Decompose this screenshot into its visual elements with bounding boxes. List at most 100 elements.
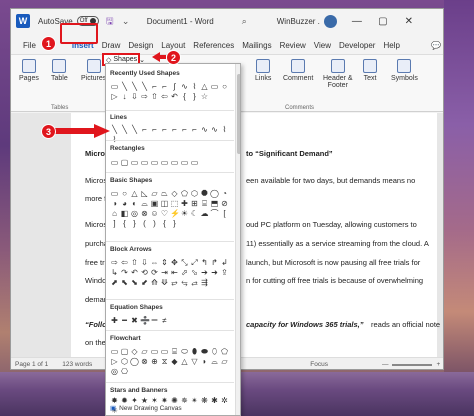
- shape-item[interactable]: ⌇: [190, 82, 199, 91]
- zoom-out-button[interactable]: —: [382, 361, 389, 368]
- flowchart-item[interactable]: ▭: [150, 347, 159, 356]
- flowchart-item[interactable]: ▽: [190, 357, 199, 366]
- arrow-item[interactable]: ⇨: [110, 258, 119, 267]
- line-item[interactable]: ⌐: [170, 125, 179, 134]
- tab-references[interactable]: References: [189, 41, 238, 50]
- arrow-item[interactable]: ⟰: [150, 278, 159, 287]
- flowchart-item[interactable]: ⬯: [210, 347, 219, 356]
- arrow-item[interactable]: ↷: [120, 268, 129, 277]
- basic-shape-item[interactable]: ⬚: [170, 199, 179, 208]
- flowchart-item[interactable]: ▱: [140, 347, 149, 356]
- shape-item[interactable]: △: [200, 82, 209, 91]
- equation-item[interactable]: ✖: [130, 316, 139, 325]
- search-icon[interactable]: ⌕: [242, 16, 247, 27]
- table-button[interactable]: Table: [51, 59, 68, 82]
- basic-shape-item[interactable]: (: [140, 219, 149, 228]
- basic-shape-item[interactable]: ▱: [150, 189, 159, 198]
- tab-review[interactable]: Review: [276, 41, 310, 50]
- flowchart-item[interactable]: ⬡: [120, 357, 129, 366]
- line-item[interactable]: ⌐: [160, 125, 169, 134]
- flowchart-item[interactable]: ⧖: [160, 357, 169, 366]
- basic-shape-item[interactable]: [: [220, 209, 229, 218]
- flowchart-item[interactable]: ⌓: [210, 357, 219, 366]
- basic-shape-item[interactable]: ⏢: [160, 189, 169, 198]
- flowchart-item[interactable]: ⬮: [190, 347, 199, 356]
- tab-help[interactable]: Help: [379, 41, 403, 50]
- arrow-item[interactable]: ↳: [110, 268, 119, 277]
- tab-file[interactable]: File: [19, 41, 40, 50]
- arrow-item[interactable]: ⬂: [190, 268, 199, 277]
- arrow-item[interactable]: ↲: [220, 258, 229, 267]
- rectangle-item[interactable]: ▭: [160, 158, 169, 167]
- shape-item[interactable]: ○: [220, 82, 229, 91]
- basic-shape-item[interactable]: ): [150, 219, 159, 228]
- arrow-item[interactable]: ⇪: [220, 268, 229, 277]
- basic-shape-item[interactable]: ◎: [130, 209, 139, 218]
- arrow-item[interactable]: ⟲: [140, 268, 149, 277]
- shape-item[interactable]: ☆: [200, 92, 209, 101]
- focus-button[interactable]: Focus: [310, 361, 328, 368]
- shape-item[interactable]: ▭: [210, 82, 219, 91]
- tab-developer[interactable]: Developer: [335, 41, 379, 50]
- basic-shape-item[interactable]: ○: [120, 189, 129, 198]
- basic-shape-item[interactable]: ⬡: [190, 189, 199, 198]
- basic-shape-item[interactable]: ✚: [180, 199, 189, 208]
- flowchart-item[interactable]: ◯: [130, 357, 139, 366]
- text-button[interactable]: Text: [363, 59, 377, 82]
- arrow-item[interactable]: ⥂: [170, 278, 179, 287]
- header-footer-button[interactable]: Header & Footer: [323, 59, 353, 89]
- line-item[interactable]: ⌐: [150, 125, 159, 134]
- basic-shape-item[interactable]: ⊗: [140, 209, 149, 218]
- flowchart-item[interactable]: ◆: [170, 357, 179, 366]
- rectangle-item[interactable]: ▭: [190, 158, 199, 167]
- tab-mailings[interactable]: Mailings: [238, 41, 275, 50]
- tab-view[interactable]: View: [310, 41, 335, 50]
- basic-shape-item[interactable]: ◐: [130, 199, 139, 208]
- basic-shape-item[interactable]: ☺: [150, 209, 159, 218]
- basic-shape-item[interactable]: ◇: [170, 189, 179, 198]
- basic-shape-item[interactable]: ⊞: [190, 199, 199, 208]
- flowchart-item[interactable]: ⎔: [120, 367, 129, 376]
- equation-item[interactable]: ➗: [140, 316, 150, 325]
- new-drawing-canvas-item[interactable]: ▣ New Drawing Canvas: [110, 404, 182, 413]
- star-item[interactable]: ❋: [200, 396, 209, 405]
- page-count[interactable]: Page 1 of 1: [15, 361, 48, 368]
- flowchart-item[interactable]: ⏥: [220, 357, 229, 366]
- flowchart-item[interactable]: ⬬: [200, 347, 209, 356]
- basic-shape-item[interactable]: ♡: [160, 209, 169, 218]
- comments-button[interactable]: 💬: [431, 41, 441, 50]
- flowchart-item[interactable]: ◇: [130, 347, 139, 356]
- shape-item[interactable]: {: [180, 92, 189, 101]
- arrow-item[interactable]: ⤢: [190, 258, 199, 267]
- arrow-item[interactable]: ⬈: [110, 278, 119, 287]
- shape-item[interactable]: ⇧: [150, 92, 159, 101]
- shape-item[interactable]: ▷: [110, 92, 119, 101]
- tab-draw[interactable]: Draw: [98, 41, 125, 50]
- scrollbar-thumb[interactable]: [237, 74, 240, 154]
- line-item[interactable]: ⌇: [220, 125, 229, 134]
- arrow-item[interactable]: ➜: [210, 268, 219, 277]
- arrow-item[interactable]: ⇕: [160, 258, 169, 267]
- equation-item[interactable]: ✚: [110, 316, 119, 325]
- arrow-item[interactable]: ⇔: [150, 258, 159, 267]
- links-button[interactable]: Links: [255, 59, 271, 82]
- basic-shape-item[interactable]: ☁: [200, 209, 209, 218]
- basic-shape-item[interactable]: ◔: [220, 189, 229, 198]
- arrow-item[interactable]: ⇩: [140, 258, 149, 267]
- shape-item[interactable]: }: [190, 92, 199, 101]
- basic-shape-item[interactable]: ◫: [160, 199, 169, 208]
- arrow-item[interactable]: ⟱: [160, 278, 169, 287]
- shape-item[interactable]: ▭: [110, 82, 119, 91]
- basic-shape-item[interactable]: ▭: [110, 189, 119, 198]
- shape-item[interactable]: ⇩: [130, 92, 139, 101]
- flowchart-item[interactable]: ▢: [120, 347, 129, 356]
- save-icon[interactable]: 🖫: [105, 16, 115, 26]
- flowchart-item[interactable]: ⌸: [170, 347, 179, 356]
- zoom-in-button[interactable]: +: [436, 361, 440, 368]
- symbols-button[interactable]: Symbols: [391, 59, 418, 82]
- arrow-item[interactable]: ⟳: [150, 268, 159, 277]
- dropdown-scrollbar[interactable]: [235, 64, 240, 415]
- shape-item[interactable]: ╲: [120, 82, 129, 91]
- basic-shape-item[interactable]: ◕: [120, 199, 129, 208]
- arrow-item[interactable]: ⇦: [120, 258, 129, 267]
